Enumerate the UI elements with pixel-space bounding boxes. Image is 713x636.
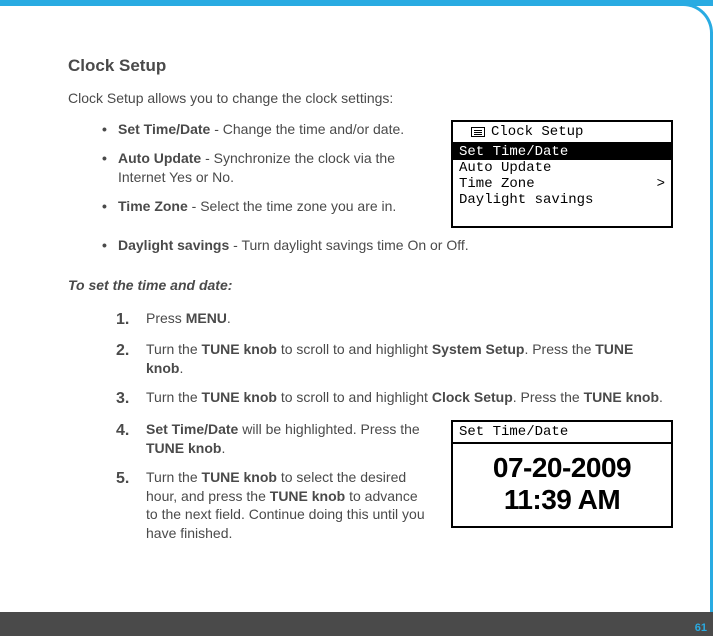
page-content: Clock Setup Clock Setup allows you to ch… — [0, 0, 713, 583]
feature-bullets-continued: Daylight savings - Turn daylight savings… — [68, 236, 673, 255]
procedure-steps-continued: 4. Set Time/Date will be highlighted. Pr… — [116, 420, 433, 553]
step-4: 4. Set Time/Date will be highlighted. Pr… — [116, 420, 433, 458]
text: . — [179, 360, 183, 376]
intro-text: Clock Setup allows you to change the clo… — [68, 90, 673, 106]
text: . — [221, 440, 225, 456]
step-text: Press MENU. — [146, 309, 673, 331]
bold-text: System Setup — [432, 341, 525, 357]
text: Turn the — [146, 341, 202, 357]
text: . — [227, 310, 231, 326]
lcd-time-value: 11:39 AM — [453, 484, 671, 516]
bottom-bar — [0, 612, 713, 636]
text: will be highlighted. Press the — [238, 421, 419, 437]
step-text: Turn the TUNE knob to scroll to and high… — [146, 340, 673, 378]
lcd-item-label: Set Time/Date — [459, 144, 568, 160]
text: Turn the — [146, 469, 202, 485]
feature-bullets: Set Time/Date - Change the time and/or d… — [68, 120, 433, 226]
step-number: 1. — [116, 309, 146, 331]
text: . Press the — [524, 341, 595, 357]
lcd-item-label: Auto Update — [459, 160, 551, 176]
lcd-menu-items: Set Time/Date Auto Update Time Zone > Da… — [453, 144, 671, 226]
lcd-menu-title: Clock Setup — [491, 124, 583, 140]
step-text: Turn the TUNE knob to select the desired… — [146, 468, 433, 544]
list-icon — [471, 127, 485, 137]
bold-text: TUNE knob — [584, 389, 659, 405]
feature-row: Set Time/Date - Change the time and/or d… — [68, 120, 673, 228]
lcd-item-label: Time Zone — [459, 176, 535, 192]
step-number: 2. — [116, 340, 146, 378]
lcd-menu-item-set-time-date: Set Time/Date — [453, 144, 671, 160]
lcd-set-time-date: Set Time/Date 07-20-2009 11:39 AM — [451, 420, 673, 528]
text: Turn the — [146, 389, 202, 405]
step-number: 5. — [116, 468, 146, 544]
bullet-term: Auto Update — [118, 150, 201, 166]
bold-text: TUNE knob — [202, 341, 277, 357]
step-text: Set Time/Date will be highlighted. Press… — [146, 420, 433, 458]
step-number: 4. — [116, 420, 146, 458]
page-title: Clock Setup — [68, 56, 673, 76]
page-number: 61 — [695, 622, 707, 634]
bold-text: Clock Setup — [432, 389, 513, 405]
step-2: 2. Turn the TUNE knob to scroll to and h… — [116, 340, 673, 378]
lcd-menu-item-time-zone: Time Zone > — [453, 176, 671, 192]
text: . Press the — [513, 389, 584, 405]
bold-text: TUNE knob — [202, 389, 277, 405]
steps-with-screen: 4. Set Time/Date will be highlighted. Pr… — [116, 420, 673, 553]
lcd-menu-item-auto-update: Auto Update — [453, 160, 671, 176]
lcd-menu-item-daylight-savings: Daylight savings — [453, 192, 671, 208]
bullet-daylight-savings: Daylight savings - Turn daylight savings… — [118, 236, 673, 255]
step-3: 3. Turn the TUNE knob to scroll to and h… — [116, 388, 673, 410]
procedure-steps: 1. Press MENU. 2. Turn the TUNE knob to … — [116, 309, 673, 410]
lcd-item-label: Daylight savings — [459, 192, 593, 208]
text: to scroll to and highlight — [277, 389, 432, 405]
lcd-date-value: 07-20-2009 — [453, 444, 671, 484]
procedure-heading: To set the time and date: — [68, 277, 673, 293]
text: . — [659, 389, 663, 405]
text: to scroll to and highlight — [277, 341, 432, 357]
bold-text: TUNE knob — [270, 488, 345, 504]
lcd-time-title: Set Time/Date — [453, 422, 671, 444]
bold-text: MENU — [186, 310, 227, 326]
bullet-set-time-date: Set Time/Date - Change the time and/or d… — [118, 120, 433, 139]
bullet-term: Daylight savings — [118, 237, 229, 253]
lcd-menu-title-row: Clock Setup — [453, 122, 671, 144]
text: Press — [146, 310, 186, 326]
lcd-item-arrow: > — [657, 176, 665, 192]
bullet-auto-update: Auto Update - Synchronize the clock via … — [118, 149, 433, 187]
bold-text: TUNE knob — [146, 440, 221, 456]
bullet-desc: - Turn daylight savings time On or Off. — [229, 237, 468, 253]
step-5: 5. Turn the TUNE knob to select the desi… — [116, 468, 433, 544]
steps-container: 1. Press MENU. 2. Turn the TUNE knob to … — [68, 309, 673, 553]
bold-text: Set Time/Date — [146, 421, 238, 437]
lcd-menu-clock-setup: Clock Setup Set Time/Date Auto Update Ti… — [451, 120, 673, 228]
step-text: Turn the TUNE knob to scroll to and high… — [146, 388, 673, 410]
bold-text: TUNE knob — [202, 469, 277, 485]
bullet-desc: - Select the time zone you are in. — [188, 198, 397, 214]
bullet-time-zone: Time Zone - Select the time zone you are… — [118, 197, 433, 216]
step-1: 1. Press MENU. — [116, 309, 673, 331]
bullet-desc: - Change the time and/or date. — [210, 121, 404, 137]
step-number: 3. — [116, 388, 146, 410]
bullet-term: Time Zone — [118, 198, 188, 214]
bullet-term: Set Time/Date — [118, 121, 210, 137]
